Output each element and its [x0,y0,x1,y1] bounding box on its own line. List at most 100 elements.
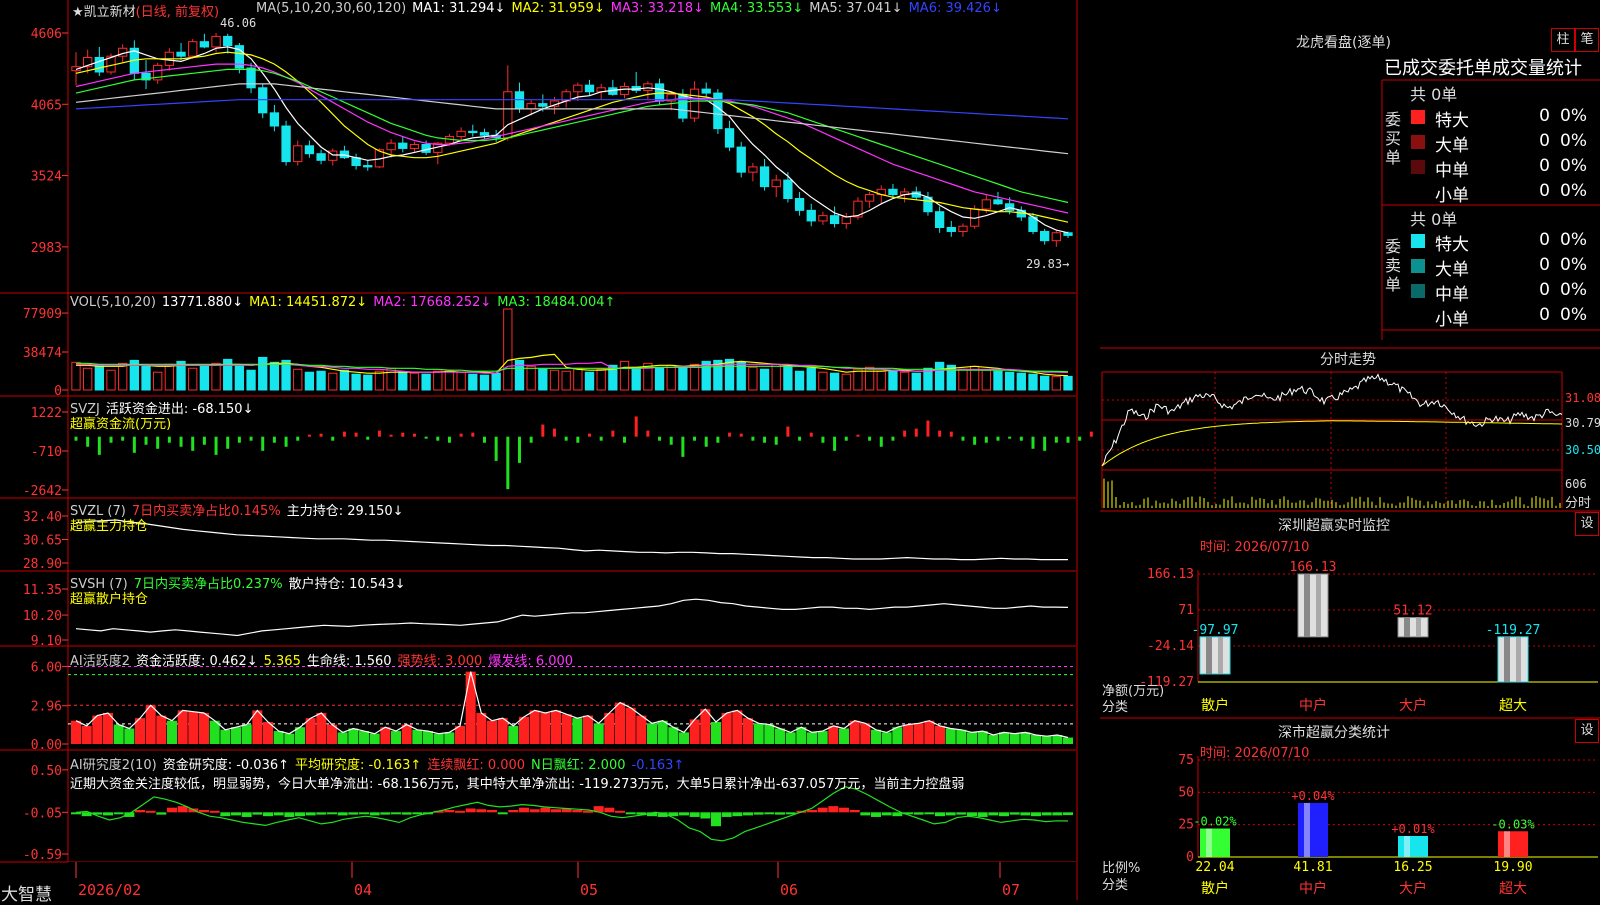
candle-body [771,179,781,188]
sz-monitor-settings-button[interactable]: 设 [1575,512,1599,536]
sz-cat-label: 散户 [1201,697,1229,714]
volume-bar [398,371,408,391]
candle-body [246,67,256,89]
volume-bar [888,369,898,391]
activity-bar [881,732,892,744]
candle-body [258,87,268,114]
flow-bar [1089,431,1093,437]
flow-bar [331,436,335,441]
minute-ytick-3: 30.50 [1565,443,1600,457]
flow-bar [623,436,627,443]
candle-body [526,103,536,110]
sz-bar [1297,573,1329,638]
activity-bar [796,727,807,744]
flow-bar [996,436,1000,441]
candle-body [619,85,630,95]
research-bar [828,806,839,813]
sz-bar-stripe [1218,636,1223,674]
flow-bar [576,436,580,443]
candle-body [514,91,525,110]
sc-stats-title: 深市超赢分类统计 [1278,725,1390,741]
sc-stats-xlabel: 分类 [1102,878,1129,893]
activity-bar [871,729,881,744]
candle-body [456,130,466,138]
candle-body [1051,232,1061,242]
candle-body [783,179,793,200]
volume-bar [316,370,326,391]
flow-bar [634,416,638,437]
y-tick-svzl_holdings: 28.90 [23,557,62,572]
tick-view-button[interactable]: 笔 [1575,28,1599,52]
volume-bar [456,371,466,391]
flow-bar [517,436,521,463]
volume-bar [1040,375,1050,391]
flow-bar [319,433,323,437]
candle-body [409,143,420,149]
buy-rows-swatch-2 [1411,160,1425,174]
activity-bar [145,705,156,744]
sc-stats-time: 时间: 2026/07/10 [1200,746,1310,761]
sc-bar-change: +0.01% [1391,822,1435,836]
buy-rows-label-0: 特大 [1435,111,1469,131]
research-bar [455,810,465,813]
activity-bar [913,723,924,744]
minute-title: 分时走势 [1320,352,1376,368]
candle-body [188,41,198,57]
sz-bar-stripe [1404,617,1410,637]
sell-rows-pct-0: 0% [1560,230,1587,250]
activity-bar [775,728,785,744]
flow-bar [179,436,183,447]
research-bar [167,807,177,813]
volume-bar [689,363,700,391]
flow-bar [272,436,276,443]
sc-stats-settings-button[interactable]: 设 [1575,719,1599,743]
activity-bar [679,732,689,744]
flow-bar [693,436,697,441]
activity-bar [657,720,668,744]
flow-bar [377,430,381,437]
flow-bar [564,436,568,441]
flow-bar [1043,436,1047,451]
research-bar [465,808,476,813]
volume-bar [421,373,431,391]
volume-bar [106,369,116,391]
volume-bar [234,364,245,391]
bar-view-button[interactable]: 柱 [1551,28,1575,52]
activity-bar [967,732,977,744]
sz-ytick: 166.13 [1147,567,1194,582]
flow-bar [809,432,813,437]
candle-body [1040,230,1050,242]
volume-bar [153,371,163,391]
candle-body [724,128,735,148]
volume-bar [584,371,595,391]
volume-bar [549,369,560,391]
leg-svzl-item-1: 7日内买卖净占比0.145% [131,504,281,519]
activity-bar [401,724,412,744]
activity-bar [519,716,529,744]
candle-body [993,199,1003,205]
candle-body [864,194,875,202]
sell-rows-value-3: 0 [1539,305,1550,325]
flow-bar [541,424,545,437]
flow-bar [482,436,486,443]
volume-bar [876,370,886,391]
volume-bar [188,367,198,391]
flow-bar [86,436,90,447]
candle-body [223,35,233,47]
flow-bar [1019,436,1023,441]
flow-bar [132,436,136,453]
research-bar [881,812,892,816]
buy-rows-swatch-0 [1411,110,1425,124]
y-tick-ai_activity: 2.96 [31,700,62,715]
volume-bar [783,365,793,391]
main-chart-area[interactable]: 4606 4065 3524 2983 46.06 29.83→ 77909 38474 0 12… [0,0,1187,905]
activity-bar [284,733,295,744]
candle-body [794,198,805,211]
sz-bar [1497,636,1529,683]
sc-cat-label: 散户 [1201,880,1229,897]
flow-bar [109,436,113,443]
flow-bar [821,436,825,443]
research-bar [700,812,711,819]
candle-body [1004,203,1015,211]
research-bar [551,809,561,813]
